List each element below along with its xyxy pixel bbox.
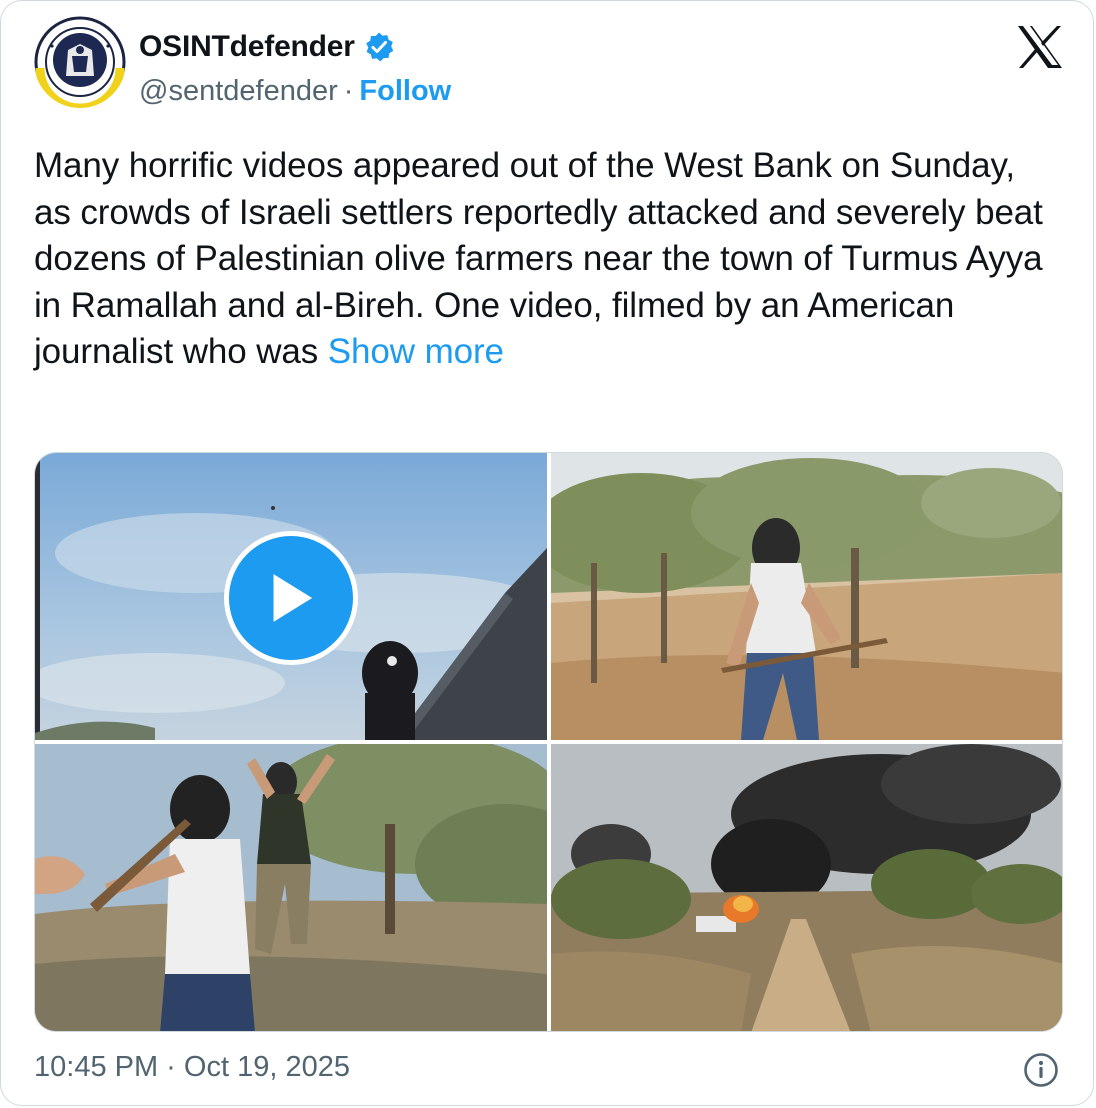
post-timestamp[interactable]: 10:45 PM · Oct 19, 2025 xyxy=(34,1051,350,1084)
x-logo-icon[interactable] xyxy=(1016,25,1064,69)
play-button[interactable] xyxy=(224,531,358,665)
author-display-name[interactable]: OSINTdefender xyxy=(139,30,355,64)
post-text: Many horrific videos appeared out of the… xyxy=(34,143,1054,376)
verified-badge-icon xyxy=(363,31,395,63)
post-card[interactable]: OSINTdefender @sentdefender · Follow Man… xyxy=(0,0,1094,1106)
media-grid xyxy=(34,452,1063,1032)
media-video-1[interactable] xyxy=(35,453,547,740)
post-body: Many horrific videos appeared out of the… xyxy=(34,146,1043,371)
author-handle-row: @sentdefender · Follow xyxy=(139,71,451,111)
author-handle[interactable]: @sentdefender xyxy=(139,75,338,108)
follow-button[interactable]: Follow xyxy=(359,75,451,108)
media-photo-4[interactable] xyxy=(551,744,1062,1031)
show-more-link[interactable]: Show more xyxy=(328,332,504,371)
media-photo-3[interactable] xyxy=(35,744,547,1031)
author-name-row: OSINTdefender xyxy=(139,27,395,67)
info-icon[interactable] xyxy=(1023,1052,1059,1088)
media-photo-2[interactable] xyxy=(551,453,1062,740)
author-avatar[interactable] xyxy=(34,16,126,108)
handle-separator: · xyxy=(343,74,354,107)
play-icon xyxy=(268,572,314,624)
